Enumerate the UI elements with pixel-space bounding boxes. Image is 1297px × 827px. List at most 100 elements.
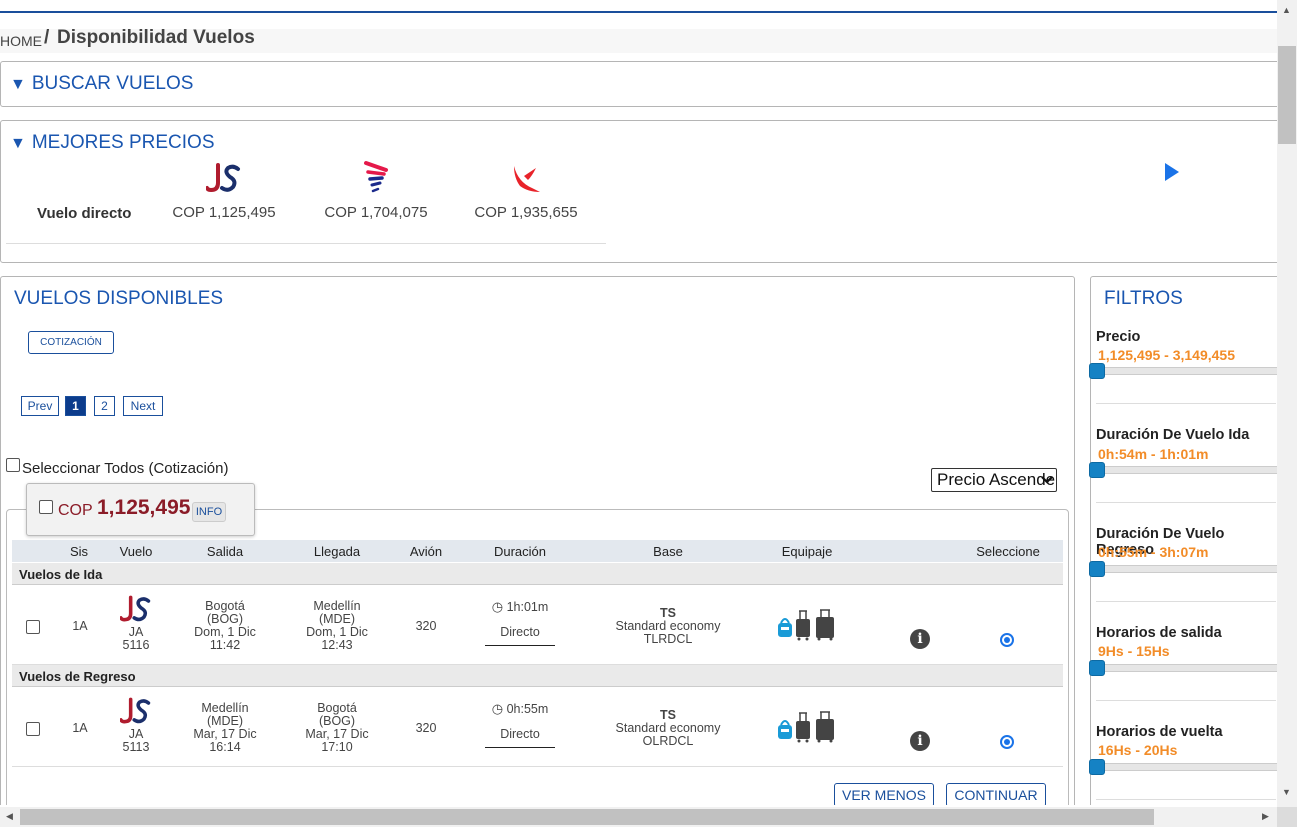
filters-title: FILTROS (1104, 288, 1183, 309)
divider (485, 645, 555, 646)
clock-icon: ◷ (491, 701, 504, 716)
offer-checkbox[interactable] (39, 500, 53, 514)
arr-time: 12:43 (321, 638, 353, 652)
pager-page-2[interactable]: 2 (94, 396, 115, 416)
sort-selected: Precio Ascendente (937, 470, 1056, 489)
offer-price-header: COP 1,125,495 INFO (26, 483, 255, 536)
col-base: Base (653, 544, 683, 559)
scroll-left-icon[interactable]: ◀ (6, 811, 13, 822)
filter-outbound-duration-handle[interactable] (1089, 462, 1105, 478)
flight-checkbox[interactable] (26, 620, 40, 634)
flights-table-header: Sis Vuelo Salida Llegada Avión Duración … (12, 540, 1063, 562)
flight-checkbox[interactable] (26, 722, 40, 736)
sort-select[interactable]: Precio Ascendente (931, 468, 1057, 492)
filter-departure-time-handle[interactable] (1089, 660, 1105, 676)
pager-prev[interactable]: Prev (21, 396, 59, 416)
section-outbound-label: Vuelos de Ida (19, 567, 103, 582)
avianca-logo-icon (466, 158, 586, 198)
filter-price-label: Precio (1096, 329, 1141, 345)
see-less-button[interactable]: VER MENOS (834, 783, 934, 805)
filter-price-handle[interactable] (1089, 363, 1105, 379)
collapse-arrow-icon: ▼ (10, 135, 26, 152)
baggage-icons (776, 711, 838, 746)
best-prices-toggle[interactable]: ▼ MEJORES PRECIOS (10, 132, 215, 154)
continue-button[interactable]: CONTINUAR (946, 783, 1046, 805)
breadcrumb-home[interactable]: HOME (0, 33, 42, 49)
best-price-value: COP 1,125,495 (172, 204, 276, 221)
col-salida: Salida (206, 544, 244, 559)
baggage-icons (776, 609, 838, 644)
best-prices-row-label: Vuelo directo (37, 205, 132, 222)
scroll-right-icon[interactable]: ▶ (1262, 811, 1269, 822)
filter-outbound-duration-slider[interactable] (1090, 466, 1277, 474)
chevron-down-icon (1041, 469, 1053, 491)
filter-return-duration-slider[interactable] (1090, 565, 1277, 573)
offer-info-button[interactable]: INFO (192, 502, 226, 522)
checked-bag-icon (816, 711, 834, 743)
flight-cell: JA 5113 (119, 697, 152, 754)
info-icon[interactable]: i (910, 731, 930, 751)
best-price-value: COP 1,704,075 (324, 204, 428, 221)
search-panel-toggle[interactable]: ▼ BUSCAR VUELOS (10, 73, 193, 95)
filter-departure-time-label: Horarios de salida (1096, 625, 1222, 641)
fare-basis: OLRDCL (642, 734, 694, 748)
pager-page-1[interactable]: 1 (65, 396, 86, 416)
col-avion: Avión (409, 544, 443, 559)
vertical-scrollbar[interactable]: ▲ ▼ (1277, 0, 1297, 807)
best-price-latam[interactable]: COP 1,704,075 (316, 158, 436, 221)
col-seleccione: Seleccione (976, 544, 1040, 559)
aircraft-value: 320 (415, 619, 437, 633)
filter-price-range: 1,125,495 - 3,149,455 (1098, 347, 1236, 363)
filter-return-time-range: 16Hs - 20Hs (1098, 742, 1178, 758)
sis-value: 1A (72, 721, 88, 735)
filter-return-duration-handle[interactable] (1089, 561, 1105, 577)
divider (1096, 799, 1276, 800)
vertical-scroll-thumb[interactable] (1278, 46, 1296, 144)
col-llegada: Llegada (313, 544, 361, 559)
best-price-avianca[interactable]: COP 1,935,655 (466, 158, 586, 221)
scroll-down-icon[interactable]: ▼ (1282, 787, 1291, 797)
carry-on-icon (796, 610, 810, 641)
sis-value: 1A (72, 619, 88, 633)
arrival-cell: Medellín (MDE) Dom, 1 Dic 12:43 (306, 600, 368, 652)
flight-number: 5113 (122, 740, 150, 754)
flight-number: 5116 (122, 638, 150, 652)
offer-amount: 1,125,495 (97, 496, 191, 519)
flight-row-return: 1A JA 5113 Medellín (MDE) Mar, 17 Dic 16… (12, 689, 1063, 767)
flights-title: VUELOS DISPONIBLES (14, 288, 224, 309)
checked-bag-icon (816, 609, 834, 641)
flight-cell: JA 5116 (119, 595, 152, 652)
select-radio[interactable] (1000, 633, 1014, 647)
info-icon[interactable]: i (910, 629, 930, 649)
page: HOME / Disponibilidad Vuelos ▼ BUSCAR VUE… (0, 13, 1277, 805)
quote-button[interactable]: COTIZACIÓN (28, 331, 114, 354)
pager-next[interactable]: Next (123, 396, 163, 416)
duration-value: 0h:55m (506, 702, 549, 716)
col-equipaje: Equipaje (781, 544, 833, 559)
filter-outbound-duration-range: 0h:54m - 1h:01m (1098, 446, 1209, 462)
section-return: Vuelos de Regreso (12, 665, 1063, 687)
scroll-up-icon[interactable]: ▲ (1282, 5, 1291, 15)
carousel-next-icon[interactable] (1163, 162, 1181, 187)
filter-departure-time-slider[interactable] (1090, 664, 1277, 672)
col-duracion: Duración (493, 544, 547, 559)
best-price-jetsmart[interactable]: COP 1,125,495 (164, 158, 284, 221)
arr-time: 17:10 (321, 740, 353, 754)
col-sis: Sis (69, 544, 89, 559)
divider (12, 766, 1063, 767)
filter-departure-time-range: 9Hs - 15Hs (1098, 643, 1170, 659)
filter-outbound-duration-label: Duración De Vuelo Ida (1096, 427, 1250, 443)
divider (485, 747, 555, 748)
divider (1096, 403, 1276, 404)
divider (1096, 700, 1276, 701)
aircraft-value: 320 (415, 721, 437, 735)
select-all-checkbox[interactable] (6, 458, 20, 472)
select-radio[interactable] (1000, 735, 1014, 749)
filter-return-time-handle[interactable] (1089, 759, 1105, 775)
col-vuelo: Vuelo (119, 544, 153, 559)
filter-return-time-label: Horarios de vuelta (1096, 724, 1223, 740)
filter-price-slider[interactable] (1090, 367, 1277, 375)
horizontal-scroll-thumb[interactable] (20, 809, 1154, 825)
filter-return-time-slider[interactable] (1090, 763, 1277, 771)
horizontal-scrollbar[interactable]: ◀ ▶ (0, 807, 1277, 827)
